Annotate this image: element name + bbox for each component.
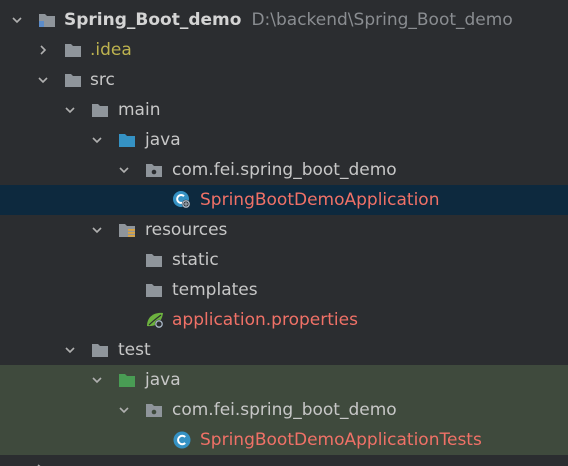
tree-row-test-class[interactable]: SpringBootDemoApplicationTests — [0, 425, 568, 455]
chevron-down-icon[interactable] — [116, 395, 132, 425]
chevron-down-icon[interactable] — [62, 95, 78, 125]
tree-row-properties[interactable]: application.properties — [0, 305, 568, 335]
folder-icon — [91, 342, 109, 358]
folder-icon — [91, 102, 109, 118]
chevron-down-icon[interactable] — [89, 365, 105, 395]
project-folder-icon — [38, 12, 56, 28]
tree-label-resources: resources — [145, 220, 228, 240]
tree-row-project-root[interactable]: Spring_Boot_demo D:\backend\Spring_Boot_d… — [0, 5, 568, 35]
chevron-down-icon[interactable] — [89, 125, 105, 155]
tree-label-test-java: java — [145, 370, 181, 390]
tree-row-src[interactable]: src — [0, 65, 568, 95]
tree-row-test-package[interactable]: com.fei.spring_boot_demo — [0, 395, 568, 425]
chevron-down-icon[interactable] — [62, 335, 78, 365]
chevron-down-icon[interactable] — [89, 215, 105, 245]
tree-row-templates[interactable]: templates — [0, 275, 568, 305]
resources-folder-icon — [118, 222, 136, 238]
folder-icon — [145, 252, 163, 268]
tree-label-idea: .idea — [90, 40, 132, 60]
project-tree: Spring_Boot_demo D:\backend\Spring_Boot_d… — [0, 5, 568, 455]
tree-label-main: main — [118, 100, 161, 120]
tree-row-idea[interactable]: .idea — [0, 35, 568, 65]
chevron-down-icon[interactable] — [116, 155, 132, 185]
tree-row-main-class[interactable]: SpringBootDemoApplication — [0, 185, 568, 215]
chevron-right-icon[interactable] — [35, 35, 51, 65]
tree-row-main-java[interactable]: java — [0, 125, 568, 155]
tree-label-test-package: com.fei.spring_boot_demo — [172, 400, 397, 420]
folder-icon — [64, 42, 82, 58]
test-folder-icon — [118, 372, 136, 388]
tree-label-test: test — [118, 340, 151, 360]
tree-row-test-java[interactable]: java — [0, 365, 568, 395]
tree-label-src: src — [90, 70, 115, 90]
folder-icon — [64, 72, 82, 88]
tree-row-partial — [0, 455, 568, 466]
tree-label-main-class: SpringBootDemoApplication — [200, 190, 440, 210]
source-folder-icon — [118, 132, 136, 148]
project-name: Spring_Boot_demo D:\backend\Spring_Boot_d… — [64, 5, 513, 35]
project-path: D:\backend\Spring_Boot_demo — [251, 10, 513, 30]
chevron-down-icon[interactable] — [9, 5, 25, 35]
tree-label-static: static — [172, 250, 219, 270]
tree-row-test[interactable]: test — [0, 335, 568, 365]
tree-row-main[interactable]: main — [0, 95, 568, 125]
project-name-text: Spring_Boot_demo — [64, 10, 242, 30]
tree-label-test-class: SpringBootDemoApplicationTests — [200, 430, 482, 450]
tree-label-properties: application.properties — [172, 310, 358, 330]
java-class-icon — [172, 430, 192, 450]
tree-row-static[interactable]: static — [0, 245, 568, 275]
folder-icon — [145, 282, 163, 298]
tree-label-main-package: com.fei.spring_boot_demo — [172, 160, 397, 180]
tree-row-resources[interactable]: resources — [0, 215, 568, 245]
tree-label-templates: templates — [172, 280, 258, 300]
spring-leaf-icon — [145, 310, 165, 330]
tree-label-main-java: java — [145, 130, 181, 150]
spring-boot-class-icon — [172, 190, 192, 210]
package-icon — [145, 162, 163, 178]
chevron-down-icon[interactable] — [35, 65, 51, 95]
partial-row-icons — [37, 464, 41, 466]
tree-row-main-package[interactable]: com.fei.spring_boot_demo — [0, 155, 568, 185]
package-icon — [145, 402, 163, 418]
